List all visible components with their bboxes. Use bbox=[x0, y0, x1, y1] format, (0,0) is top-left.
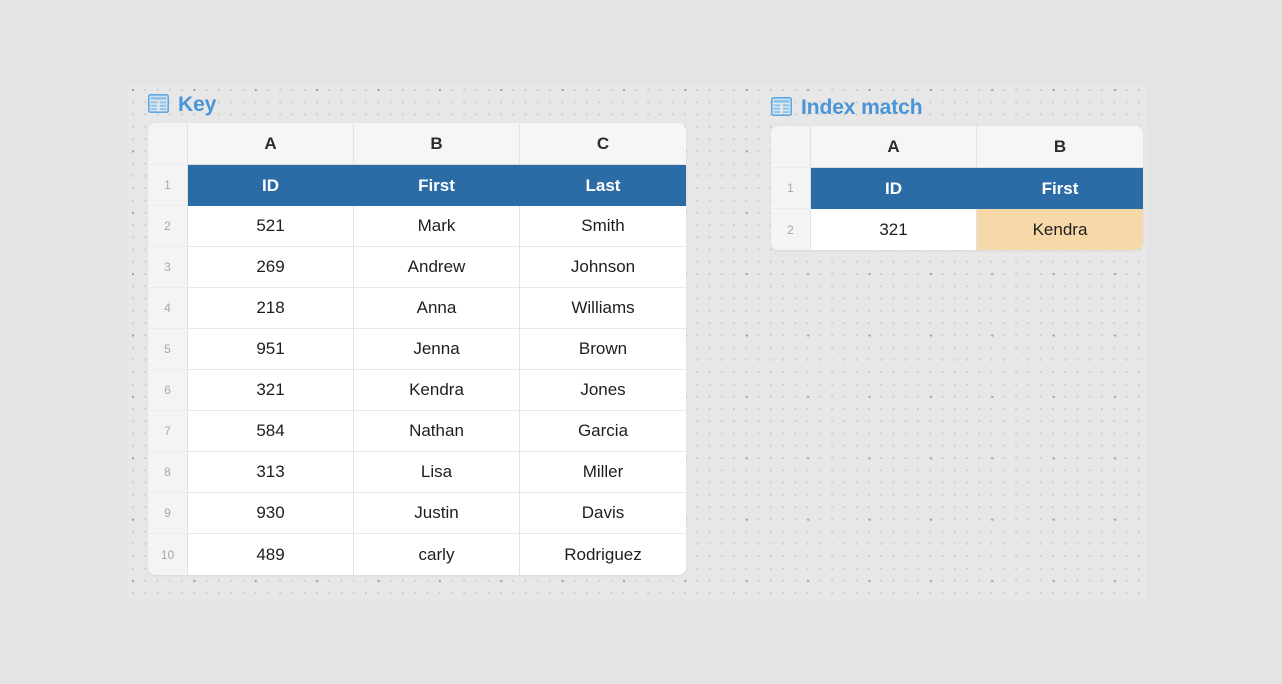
column-header-a[interactable]: A bbox=[811, 126, 977, 168]
row-number[interactable]: 3 bbox=[148, 247, 188, 288]
table-row: 7 584 Nathan Garcia bbox=[148, 411, 686, 452]
data-cell[interactable]: Miller bbox=[520, 452, 686, 493]
data-cell[interactable]: 321 bbox=[811, 209, 977, 250]
header-cell-last[interactable]: Last bbox=[520, 165, 686, 206]
spreadsheet-index-match[interactable]: A B 1 ID First 2 321 Kendra bbox=[771, 126, 1143, 250]
row-number[interactable]: 5 bbox=[148, 329, 188, 370]
header-cell-id[interactable]: ID bbox=[811, 168, 977, 209]
row-number[interactable]: 9 bbox=[148, 493, 188, 534]
data-cell[interactable]: Justin bbox=[354, 493, 520, 534]
header-cell-first[interactable]: First bbox=[977, 168, 1143, 209]
data-cell[interactable]: Jones bbox=[520, 370, 686, 411]
data-cell[interactable]: 489 bbox=[188, 534, 354, 575]
column-letter-row: A B C bbox=[148, 123, 686, 165]
table-block-key: Key A B C 1 ID First Last 2 521 Mark Smi… bbox=[148, 90, 686, 575]
data-cell[interactable]: 218 bbox=[188, 288, 354, 329]
column-header-a[interactable]: A bbox=[188, 123, 354, 165]
data-cell[interactable]: 584 bbox=[188, 411, 354, 452]
table-row: 1 ID First Last bbox=[148, 165, 686, 206]
data-cell[interactable]: 930 bbox=[188, 493, 354, 534]
data-cell[interactable]: 313 bbox=[188, 452, 354, 493]
table-title-index-match: Index match bbox=[771, 93, 1143, 119]
sheet-corner[interactable] bbox=[771, 126, 811, 168]
table-grid-icon bbox=[771, 96, 792, 116]
row-number[interactable]: 10 bbox=[148, 534, 188, 575]
row-number[interactable]: 2 bbox=[148, 206, 188, 247]
header-cell-id[interactable]: ID bbox=[188, 165, 354, 206]
table-row: 8 313 Lisa Miller bbox=[148, 452, 686, 493]
data-cell[interactable]: Nathan bbox=[354, 411, 520, 452]
data-cell-highlighted[interactable]: Kendra bbox=[977, 209, 1143, 250]
row-number[interactable]: 1 bbox=[148, 165, 188, 206]
data-cell[interactable]: carly bbox=[354, 534, 520, 575]
data-cell[interactable]: Smith bbox=[520, 206, 686, 247]
data-cell[interactable]: Johnson bbox=[520, 247, 686, 288]
row-number[interactable]: 6 bbox=[148, 370, 188, 411]
table-row: 1 ID First bbox=[771, 168, 1143, 209]
data-cell[interactable]: Garcia bbox=[520, 411, 686, 452]
table-row: 6 321 Kendra Jones bbox=[148, 370, 686, 411]
table-row: 4 218 Anna Williams bbox=[148, 288, 686, 329]
data-cell[interactable]: 269 bbox=[188, 247, 354, 288]
header-cell-first[interactable]: First bbox=[354, 165, 520, 206]
table-row: 5 951 Jenna Brown bbox=[148, 329, 686, 370]
column-header-b[interactable]: B bbox=[354, 123, 520, 165]
data-cell[interactable]: Mark bbox=[354, 206, 520, 247]
data-cell[interactable]: Brown bbox=[520, 329, 686, 370]
data-cell[interactable]: 521 bbox=[188, 206, 354, 247]
table-title-label: Index match bbox=[801, 95, 923, 119]
spreadsheet-key[interactable]: A B C 1 ID First Last 2 521 Mark Smith 3… bbox=[148, 123, 686, 575]
row-number[interactable]: 1 bbox=[771, 168, 811, 209]
sheet-corner[interactable] bbox=[148, 123, 188, 165]
data-cell[interactable]: Kendra bbox=[354, 370, 520, 411]
data-cell[interactable]: Andrew bbox=[354, 247, 520, 288]
table-row: 2 521 Mark Smith bbox=[148, 206, 686, 247]
data-cell[interactable]: 321 bbox=[188, 370, 354, 411]
column-letter-row: A B bbox=[771, 126, 1143, 168]
table-title-key: Key bbox=[148, 90, 686, 116]
table-row: 2 321 Kendra bbox=[771, 209, 1143, 250]
data-cell[interactable]: Lisa bbox=[354, 452, 520, 493]
row-number[interactable]: 7 bbox=[148, 411, 188, 452]
table-row: 9 930 Justin Davis bbox=[148, 493, 686, 534]
table-title-label: Key bbox=[178, 92, 217, 116]
row-number[interactable]: 2 bbox=[771, 209, 811, 250]
column-header-b[interactable]: B bbox=[977, 126, 1143, 168]
data-cell[interactable]: Anna bbox=[354, 288, 520, 329]
data-cell[interactable]: 951 bbox=[188, 329, 354, 370]
table-row: 3 269 Andrew Johnson bbox=[148, 247, 686, 288]
table-block-index-match: Index match A B 1 ID First 2 321 Kendra bbox=[771, 93, 1143, 250]
data-cell[interactable]: Rodriguez bbox=[520, 534, 686, 575]
row-number[interactable]: 8 bbox=[148, 452, 188, 493]
table-grid-icon bbox=[148, 93, 169, 113]
row-number[interactable]: 4 bbox=[148, 288, 188, 329]
column-header-c[interactable]: C bbox=[520, 123, 686, 165]
data-cell[interactable]: Williams bbox=[520, 288, 686, 329]
data-cell[interactable]: Davis bbox=[520, 493, 686, 534]
data-cell[interactable]: Jenna bbox=[354, 329, 520, 370]
table-row: 10 489 carly Rodriguez bbox=[148, 534, 686, 575]
